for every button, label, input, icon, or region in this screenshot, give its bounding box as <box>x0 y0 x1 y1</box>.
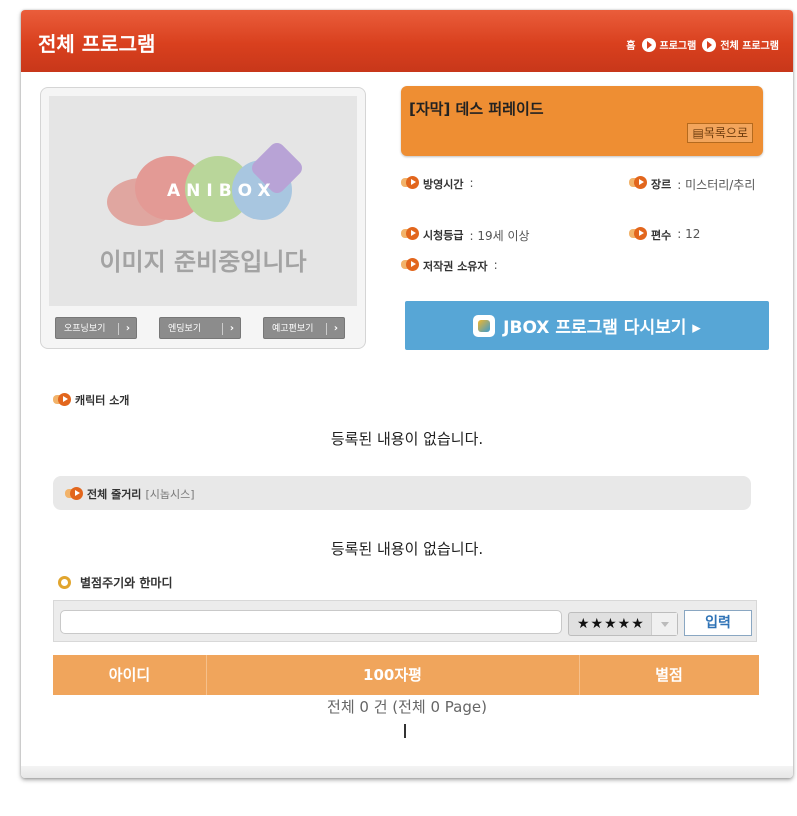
star-rating-value: ★★★★★ <box>577 616 645 632</box>
characters-empty: 등록된 내용이 없습니다. <box>330 430 484 448</box>
jbox-button-label: JBOX 프로그램 다시보기 ▸ <box>503 318 701 338</box>
info-copyright: 저작권 소유자 : <box>401 258 498 274</box>
trailer-button[interactable]: 예고편보기 › <box>263 317 345 339</box>
review-table-header: 아이디 100자평 별점 <box>53 655 759 695</box>
program-image-box: ANIBOX 이미지 준비중입니다 오프닝보기 › 엔딩보기 › 예고편보기 › <box>40 87 366 349</box>
anibox-logo: ANIBOX <box>107 139 307 228</box>
arrow-bullet-icon <box>65 487 83 501</box>
chevron-right-icon: › <box>333 323 338 334</box>
pagination <box>404 724 406 738</box>
arrow-bullet-icon <box>53 393 71 407</box>
chevron-right-icon <box>702 37 717 52</box>
airtime-value: : <box>469 176 474 190</box>
chevron-right-icon: › <box>125 323 130 334</box>
star-rating-select[interactable]: ★★★★★ <box>568 612 678 636</box>
submit-comment-button[interactable]: 입력 <box>684 610 752 636</box>
arrow-bullet-icon <box>401 258 419 272</box>
list-icon: ▤ <box>692 126 704 140</box>
trailer-button-label: 예고편보기 <box>272 324 314 334</box>
synopsis-heading: 전체 줄거리 [시놉시스] <box>65 486 195 502</box>
video-buttons: 오프닝보기 › 엔딩보기 › 예고편보기 › <box>55 317 351 339</box>
rating-heading-text: 별점주기와 한마디 <box>80 576 173 590</box>
page-title: 전체 프로그램 <box>38 32 156 56</box>
panel-footer <box>21 766 793 778</box>
chevron-right-icon: › <box>229 323 234 334</box>
jbox-logo-icon <box>473 314 496 337</box>
page-header: 전체 프로그램 홈 프로그램 전체 프로그램 <box>21 10 793 72</box>
copyright-value: : <box>493 258 498 272</box>
column-id: 아이디 <box>108 666 151 684</box>
chevron-right-icon <box>641 37 656 52</box>
back-to-list-button[interactable]: ▤목록으로 <box>687 123 753 143</box>
comment-input[interactable] <box>60 610 562 634</box>
info-genre: 장르 : 미스터리/추리 <box>629 176 779 193</box>
chevron-down-icon <box>651 613 677 635</box>
episodes-label: 편수 <box>651 229 672 242</box>
info-rating: 시청등급 : 19세 이상 <box>401 227 530 244</box>
characters-heading: 캐릭터 소개 <box>53 392 129 408</box>
arrow-bullet-icon <box>629 176 647 190</box>
jbox-replay-button[interactable]: JBOX 프로그램 다시보기 ▸ <box>405 301 769 350</box>
episodes-value: : 12 <box>677 227 701 241</box>
info-episodes: 편수 : 12 <box>629 227 700 243</box>
breadcrumb-home[interactable]: 홈 <box>626 37 635 52</box>
program-title: [자막] 데스 퍼레이드 <box>409 100 544 118</box>
arrow-bullet-icon <box>401 176 419 190</box>
synopsis-heading-text: 전체 줄거리 <box>87 488 142 501</box>
image-placeholder-text: 이미지 준비중입니다 <box>99 248 307 276</box>
rating-value: : 19세 이상 <box>469 229 530 243</box>
characters-heading-text: 캐릭터 소개 <box>75 394 130 407</box>
comment-form: ★★★★★ 입력 <box>53 600 757 642</box>
ending-button-label: 엔딩보기 <box>168 324 202 334</box>
arrow-bullet-icon <box>629 227 647 241</box>
breadcrumb-all-programs[interactable]: 전체 프로그램 <box>720 37 779 52</box>
airtime-label: 방영시간 <box>423 178 464 191</box>
rating-label: 시청등급 <box>423 229 464 242</box>
synopsis-subheading: [시놉시스] <box>145 488 195 501</box>
ending-button[interactable]: 엔딩보기 › <box>159 317 241 339</box>
opening-button[interactable]: 오프닝보기 › <box>55 317 137 339</box>
column-score: 별점 <box>655 666 683 684</box>
rating-heading: 별점주기와 한마디 <box>58 574 173 591</box>
breadcrumb-program[interactable]: 프로그램 <box>660 37 697 52</box>
list-button-label: 목록으로 <box>703 126 748 140</box>
opening-button-label: 오프닝보기 <box>64 324 106 334</box>
program-image-placeholder: ANIBOX 이미지 준비중입니다 <box>49 96 357 306</box>
breadcrumb: 홈 프로그램 전체 프로그램 <box>626 37 779 52</box>
copyright-label: 저작권 소유자 <box>423 260 488 273</box>
circle-bullet-icon <box>58 576 71 589</box>
arrow-bullet-icon <box>401 227 419 241</box>
column-review: 100자평 <box>363 666 422 684</box>
genre-value: : 미스터리/추리 <box>677 178 756 192</box>
review-summary: 전체 0 건 (전체 0 Page) <box>327 698 487 716</box>
genre-label: 장르 <box>651 178 672 191</box>
program-title-bar: [자막] 데스 퍼레이드 ▤목록으로 <box>401 86 763 156</box>
synopsis-empty: 등록된 내용이 없습니다. <box>330 540 484 558</box>
program-panel: 전체 프로그램 홈 프로그램 전체 프로그램 ANIBOX 이미지 준비중입니다… <box>21 10 793 778</box>
synopsis-heading-bar: 전체 줄거리 [시놉시스] <box>53 476 751 510</box>
logo-text: ANIBOX <box>167 181 277 201</box>
info-airtime: 방영시간 : <box>401 176 474 192</box>
